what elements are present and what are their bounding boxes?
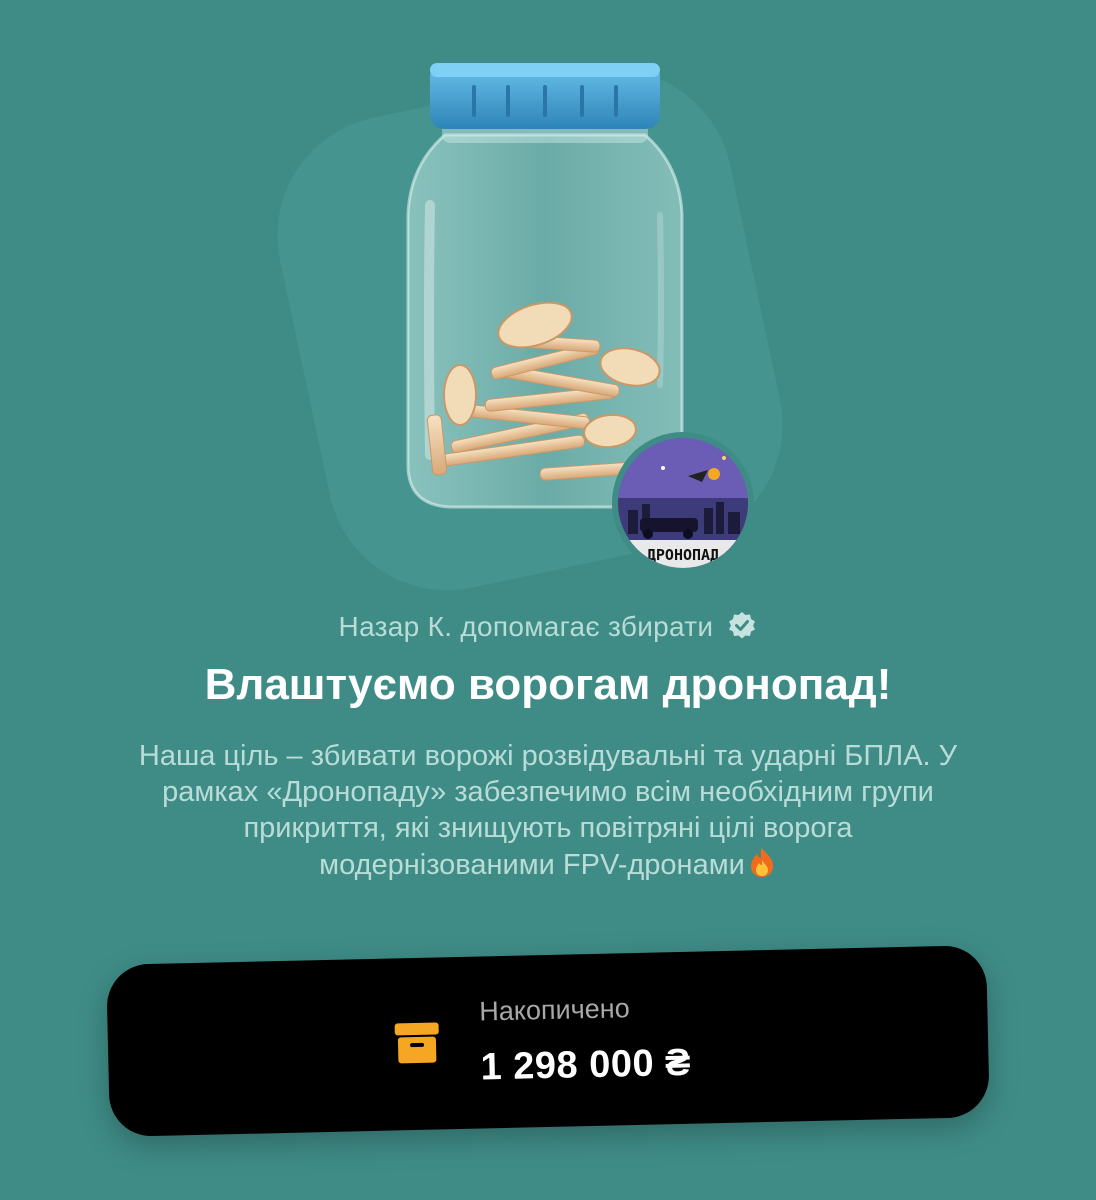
fire-icon bbox=[747, 846, 777, 887]
helper-text: Назар К. допомагає збирати bbox=[338, 611, 714, 642]
avatar-text: ДРОНОПАД bbox=[647, 546, 719, 564]
page-title: Влаштуємо ворогам дронопад! bbox=[204, 660, 892, 709]
accumulated-label: Накопичено bbox=[478, 993, 630, 1027]
accumulated-card: Накопичено 1 298 000 ₴ bbox=[106, 945, 990, 1137]
helper-line: Назар К. допомагає збирати bbox=[0, 610, 1096, 647]
description-text: Наша ціль – збивати ворожі розвідувальні… bbox=[138, 740, 958, 881]
accumulated-amount: 1 298 000 ₴ bbox=[480, 1041, 692, 1089]
jar-description: Наша ціль – збивати ворожі розвідувальні… bbox=[130, 738, 966, 887]
archive-box-icon bbox=[393, 1020, 442, 1070]
verified-icon bbox=[727, 610, 757, 647]
fundraiser-avatar: ДРОНОПАД bbox=[612, 432, 754, 574]
